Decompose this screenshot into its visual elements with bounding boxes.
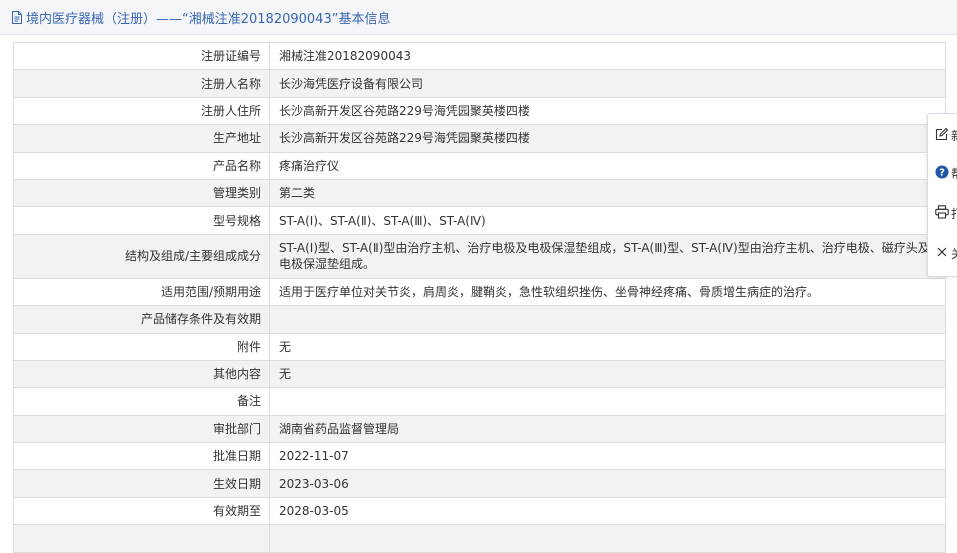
floating-toolbar: 新 ? 帮 打 关: [927, 113, 957, 277]
row-label: 附件: [13, 332, 270, 361]
row-label: 审批部门: [13, 414, 270, 444]
edit-icon: [935, 127, 949, 144]
table-row: 有效期至 2028-03-05: [13, 496, 946, 526]
row-label: 生产地址: [13, 124, 270, 153]
row-value: 无: [269, 359, 946, 389]
table-row: 备注: [13, 387, 946, 416]
table-row: 生效日期 2023-03-06: [13, 469, 946, 498]
table-row: 注册人名称 长沙海凭医疗设备有限公司: [13, 69, 946, 98]
table-row: [13, 524, 946, 553]
table-row: 批准日期 2022-11-07: [13, 442, 946, 471]
table-row: 附件无: [13, 332, 946, 361]
row-value: ST-A(Ⅰ)、ST-A(Ⅱ)、ST-A(Ⅲ)、ST-A(Ⅳ): [269, 206, 946, 235]
table-row: 审批部门 湖南省药品监督管理局: [13, 414, 946, 444]
help-button-label: 帮: [951, 165, 957, 182]
document-icon: [11, 10, 23, 24]
row-label: 产品储存条件及有效期: [13, 305, 270, 334]
row-value: [269, 524, 946, 553]
new-button[interactable]: 新: [928, 116, 957, 154]
table-row: 适用范围/预期用途 适用于医疗单位对关节炎，肩周炎，腱鞘炎，急性软组织挫伤、坐骨神…: [13, 277, 946, 307]
row-value: 湘械注准20182090043: [269, 41, 946, 71]
table-row: 结构及组成/主要组成成分 ST-A(Ⅰ)型、ST-A(Ⅱ)型由治疗主机、治疗电极及…: [13, 233, 946, 279]
row-label: 管理类别: [13, 178, 270, 208]
table-row: 生产地址 长沙高新开发区谷苑路229号海凭园聚英楼四楼: [13, 124, 946, 153]
row-label: 注册人名称: [13, 69, 270, 98]
table-row: 管理类别 第二类: [13, 178, 946, 208]
row-value: 疼痛治疗仪: [269, 151, 946, 180]
row-value: 湖南省药品监督管理局: [269, 414, 946, 444]
row-label: 产品名称: [13, 151, 270, 180]
row-value: [269, 387, 946, 416]
new-button-label: 新: [951, 127, 957, 144]
print-button[interactable]: 打: [928, 194, 957, 232]
row-value: 2022-11-07: [269, 442, 946, 471]
close-button-label: 关: [951, 245, 957, 262]
help-icon: ?: [935, 165, 949, 182]
row-value: [269, 305, 946, 334]
table-row: 型号规格 ST-A(Ⅰ)、ST-A(Ⅱ)、ST-A(Ⅲ)、ST-A(Ⅳ): [13, 206, 946, 235]
close-button[interactable]: 关: [928, 234, 957, 272]
row-value: 长沙高新开发区谷苑路229号海凭园聚英楼四楼: [269, 96, 946, 126]
row-label: 批准日期: [13, 442, 270, 471]
row-label: 备注: [13, 387, 270, 416]
row-value: 第二类: [269, 178, 946, 208]
table-row: 注册人住所 长沙高新开发区谷苑路229号海凭园聚英楼四楼: [13, 96, 946, 126]
info-table: 注册证编号 湘械注准20182090043 注册人名称 长沙海凭医疗设备有限公司 注…: [13, 41, 946, 553]
row-label: 其他内容: [13, 359, 270, 389]
close-icon: [935, 245, 949, 262]
row-value: 无: [269, 332, 946, 361]
row-value: 2028-03-05: [269, 496, 946, 526]
page-header: 境内医疗器械（注册）——“湘械注准20182090043”基本信息: [0, 0, 957, 35]
table-row: 产品储存条件及有效期: [13, 305, 946, 334]
row-label: 有效期至: [13, 496, 270, 526]
row-label: 结构及组成/主要组成成分: [13, 233, 270, 279]
page-title-text: 境内医疗器械（注册）——“湘械注准20182090043”基本信息: [26, 11, 391, 27]
print-button-label: 打: [951, 205, 957, 222]
row-value: 2023-03-06: [269, 469, 946, 498]
row-value: 长沙高新开发区谷苑路229号海凭园聚英楼四楼: [269, 124, 946, 153]
table-row: 注册证编号 湘械注准20182090043: [13, 41, 946, 71]
row-value: 长沙海凭医疗设备有限公司: [269, 69, 946, 98]
row-label: 注册人住所: [13, 96, 270, 126]
page-title: 境内医疗器械（注册）——“湘械注准20182090043”基本信息: [11, 0, 390, 34]
row-label: [13, 524, 270, 553]
print-icon: [935, 204, 949, 222]
row-label: 生效日期: [13, 469, 270, 498]
row-value: 适用于医疗单位对关节炎，肩周炎，腱鞘炎，急性软组织挫伤、坐骨神经疼痛、骨质增生病…: [269, 277, 946, 307]
table-row: 其他内容无: [13, 359, 946, 389]
table-row: 产品名称 疼痛治疗仪: [13, 151, 946, 180]
row-label: 注册证编号: [13, 41, 270, 71]
row-label: 型号规格: [13, 206, 270, 235]
row-value: ST-A(Ⅰ)型、ST-A(Ⅱ)型由治疗主机、治疗电极及电极保湿垫组成，ST-A…: [269, 233, 946, 279]
row-label: 适用范围/预期用途: [13, 277, 270, 307]
svg-text:?: ?: [939, 167, 945, 178]
help-button[interactable]: ? 帮: [928, 154, 957, 192]
